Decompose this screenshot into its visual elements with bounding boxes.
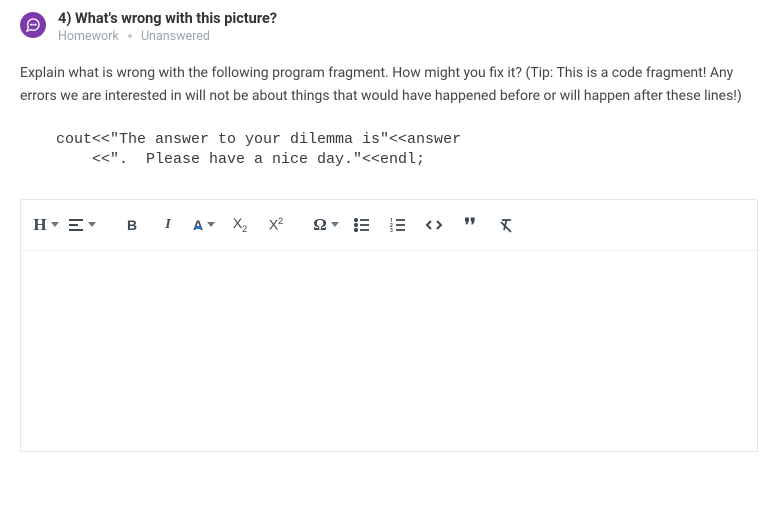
clear-format-icon <box>498 217 514 233</box>
clear-format-button[interactable] <box>489 208 523 242</box>
chevron-down-icon <box>331 222 339 227</box>
chevron-down-icon <box>51 222 59 227</box>
subscript-button[interactable]: X2 <box>223 208 257 242</box>
speech-bubble-icon <box>20 12 46 38</box>
editor-textarea[interactable] <box>21 251 757 451</box>
omega-icon: Ω <box>313 215 327 235</box>
code-fragment: cout<<"The answer to your dilemma is"<<a… <box>56 130 758 171</box>
question-prompt: Explain what is wrong with the following… <box>20 62 758 108</box>
superscript-label: X2 <box>269 216 283 233</box>
bold-button[interactable]: B <box>115 208 149 242</box>
category-label: Homework <box>58 29 119 44</box>
chevron-down-icon <box>207 222 215 227</box>
numbered-list-icon: 1 2 3 <box>390 218 406 232</box>
heading-button[interactable]: H <box>29 208 63 242</box>
answer-editor: H B I A X2 X2 Ω <box>20 199 758 452</box>
italic-button[interactable]: I <box>151 208 185 242</box>
code-button[interactable] <box>417 208 451 242</box>
text-color-button[interactable]: A <box>187 208 221 242</box>
text-color-label: A <box>193 217 203 233</box>
bullet-list-button[interactable] <box>345 208 379 242</box>
subscript-label: X2 <box>233 215 247 234</box>
separator-dot <box>128 34 132 38</box>
editor-toolbar: H B I A X2 X2 Ω <box>21 200 757 251</box>
italic-label: I <box>165 217 170 233</box>
bullet-list-icon <box>354 218 370 232</box>
blockquote-button[interactable]: ❜❜ <box>453 208 487 242</box>
numbered-list-button[interactable]: 1 2 3 <box>381 208 415 242</box>
special-char-button[interactable]: Ω <box>309 208 343 242</box>
heading-label: H <box>33 215 46 235</box>
superscript-button[interactable]: X2 <box>259 208 293 242</box>
chevron-down-icon <box>88 222 96 227</box>
svg-text:3: 3 <box>390 228 393 232</box>
bold-label: B <box>127 217 137 233</box>
question-meta: Homework Unanswered <box>58 29 277 44</box>
question-header: 4) What's wrong with this picture? Homew… <box>20 10 758 44</box>
status-label: Unanswered <box>141 29 210 44</box>
align-left-icon <box>68 218 84 232</box>
code-icon <box>425 218 443 232</box>
question-title: 4) What's wrong with this picture? <box>58 10 277 27</box>
quote-icon: ❜❜ <box>464 216 476 234</box>
align-button[interactable] <box>65 208 99 242</box>
